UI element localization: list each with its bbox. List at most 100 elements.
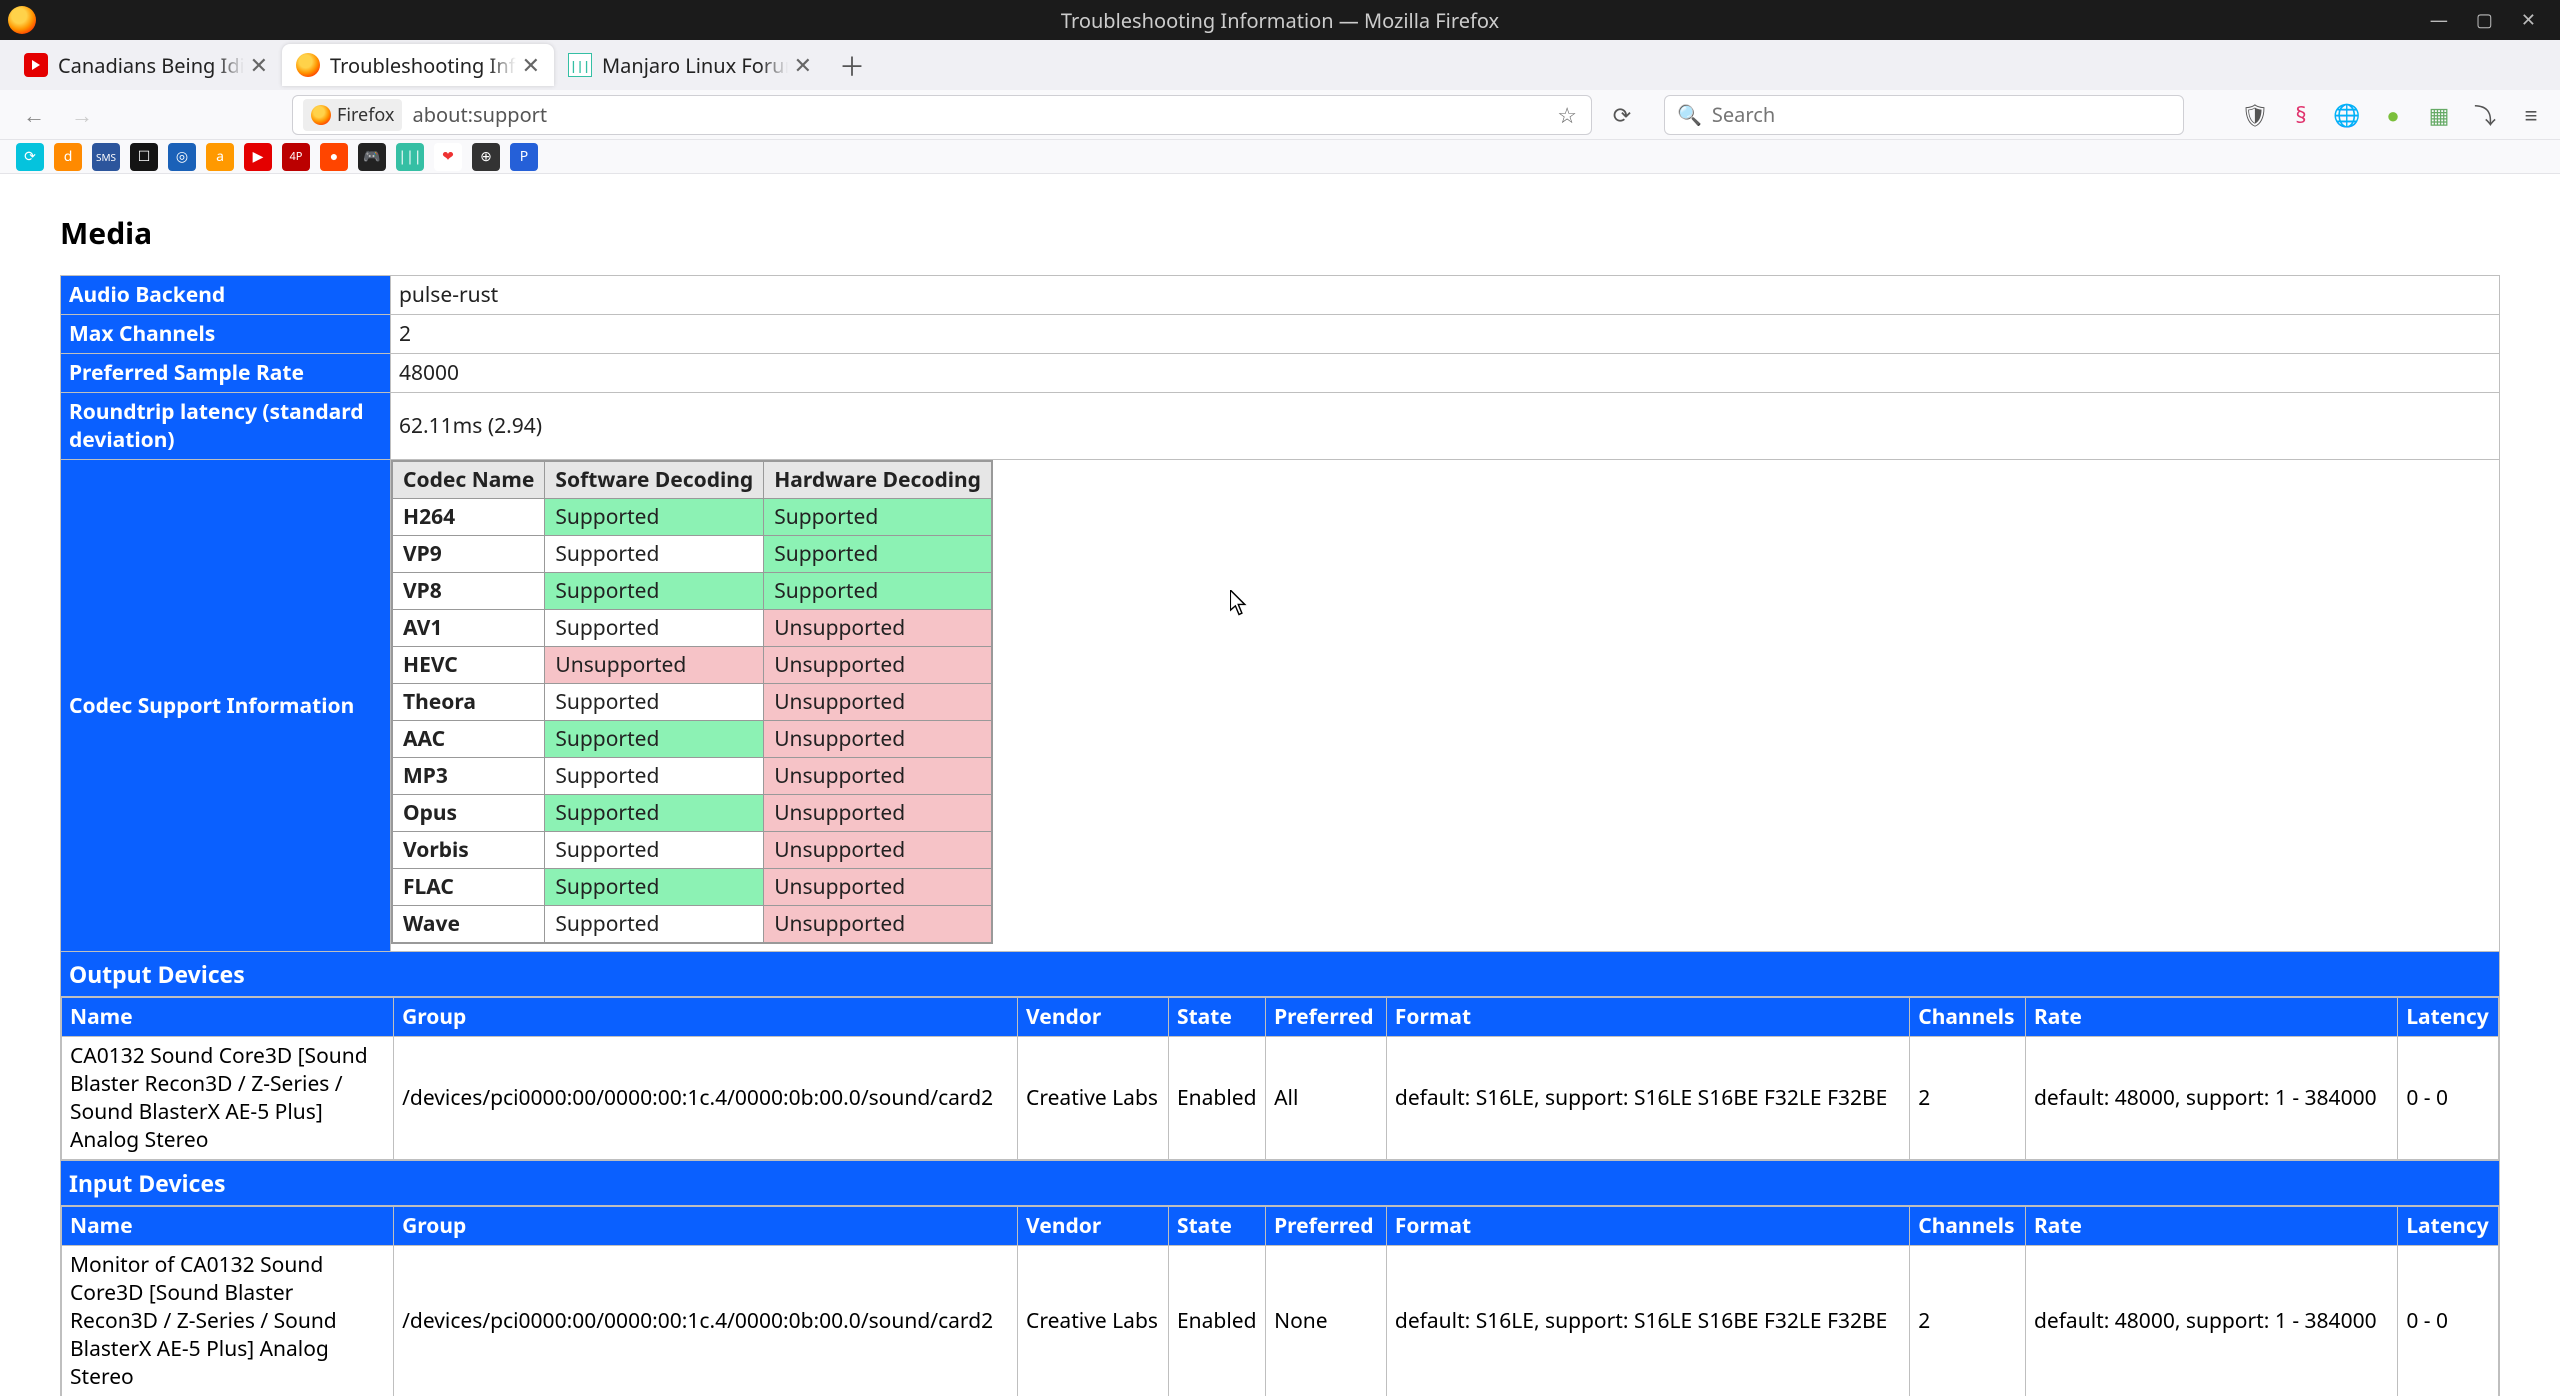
- col-header: Name: [62, 1207, 394, 1246]
- col-header: Vendor: [1018, 1207, 1169, 1246]
- device-format: default: S16LE, support: S16LE S16BE F32…: [1386, 1037, 1909, 1160]
- codec-row: HEVCUnsupportedUnsupported: [393, 647, 992, 684]
- codec-name: Theora: [393, 684, 545, 721]
- col-header: Preferred: [1266, 1207, 1387, 1246]
- codec-hw: Unsupported: [764, 758, 992, 795]
- youtube-icon: [24, 53, 48, 77]
- device-state: Enabled: [1169, 1037, 1266, 1160]
- codec-row: VP8SupportedSupported: [393, 573, 992, 610]
- codec-sw: Supported: [545, 536, 764, 573]
- bookmark-icon[interactable]: 🎮: [358, 143, 386, 171]
- col-header: Hardware Decoding: [764, 462, 992, 499]
- close-icon[interactable]: ✕: [2521, 8, 2536, 32]
- codec-row: FLACSupportedUnsupported: [393, 869, 992, 906]
- tab-label: Manjaro Linux Forum: [602, 52, 788, 79]
- bookmark-icon[interactable]: ⊕: [472, 143, 500, 171]
- device-name: Monitor of CA0132 Sound Core3D [Sound Bl…: [62, 1246, 394, 1396]
- bookmark-icon[interactable]: ●: [320, 143, 348, 171]
- row-label: Roundtrip latency (standard deviation): [61, 393, 391, 460]
- bookmark-icon[interactable]: P: [510, 143, 538, 171]
- bookmark-icon[interactable]: ☐: [130, 143, 158, 171]
- codec-hw: Unsupported: [764, 647, 992, 684]
- bookmark-icon[interactable]: 4P: [282, 143, 310, 171]
- ext-icon[interactable]: ●: [2380, 102, 2406, 128]
- codec-row: TheoraSupportedUnsupported: [393, 684, 992, 721]
- codec-name: Vorbis: [393, 832, 545, 869]
- manjaro-icon: |||: [568, 53, 592, 77]
- codec-sw: Unsupported: [545, 647, 764, 684]
- back-button[interactable]: ←: [16, 97, 52, 133]
- minimize-icon[interactable]: —: [2430, 8, 2448, 32]
- codec-table: Codec Name Software Decoding Hardware De…: [392, 461, 992, 943]
- firefox-icon: [311, 105, 331, 125]
- globe-icon[interactable]: 🌐: [2334, 102, 2360, 128]
- close-tab-icon[interactable]: ✕: [522, 50, 540, 80]
- firefox-icon: [296, 53, 320, 77]
- output-devices-heading: Output Devices: [61, 952, 2500, 997]
- col-header: Channels: [1910, 998, 2026, 1037]
- bookmark-icon[interactable]: d: [54, 143, 82, 171]
- bookmark-icon[interactable]: SMS: [92, 143, 120, 171]
- row-label: Max Channels: [61, 315, 391, 354]
- bookmark-icon[interactable]: ◎: [168, 143, 196, 171]
- media-heading: Media: [60, 212, 2500, 253]
- bookmark-icon[interactable]: ❤: [434, 143, 462, 171]
- codec-row: AV1SupportedUnsupported: [393, 610, 992, 647]
- library-icon[interactable]: ⤵: [2472, 102, 2498, 128]
- codec-row: AACSupportedUnsupported: [393, 721, 992, 758]
- row-value: 2: [391, 315, 2500, 354]
- reload-button[interactable]: ⟳: [1604, 97, 1640, 133]
- tab-label: Canadians Being Idiots | P: [58, 52, 244, 79]
- codec-sw: Supported: [545, 610, 764, 647]
- tab-youtube[interactable]: Canadians Being Idiots | P ✕: [10, 44, 282, 86]
- codec-name: H264: [393, 499, 545, 536]
- codec-row: MP3SupportedUnsupported: [393, 758, 992, 795]
- tab-strip: Canadians Being Idiots | P ✕ Troubleshoo…: [0, 40, 2560, 90]
- col-header: Rate: [2025, 1207, 2397, 1246]
- codec-sw: Supported: [545, 721, 764, 758]
- codec-row: H264SupportedSupported: [393, 499, 992, 536]
- col-header: Preferred: [1266, 998, 1387, 1037]
- search-bar[interactable]: 🔍: [1664, 95, 2184, 135]
- page-content[interactable]: Media Audio Backend pulse-rust Max Chann…: [0, 174, 2560, 1396]
- codec-name: FLAC: [393, 869, 545, 906]
- row-value: 62.11ms (2.94): [391, 393, 2500, 460]
- device-group: /devices/pci0000:00/0000:00:1c.4/0000:0b…: [394, 1246, 1018, 1396]
- device-latency: 0 - 0: [2398, 1246, 2499, 1396]
- close-tab-icon[interactable]: ✕: [250, 50, 268, 80]
- url-bar[interactable]: Firefox about:support ☆: [292, 95, 1592, 135]
- codec-hw: Unsupported: [764, 906, 992, 943]
- codec-hw: Unsupported: [764, 684, 992, 721]
- tab-about-support[interactable]: Troubleshooting Informati ✕: [282, 44, 554, 86]
- shield-icon[interactable]: 🛡: [2242, 102, 2268, 128]
- bookmark-star-icon[interactable]: ☆: [1557, 100, 1577, 130]
- identity-chip[interactable]: Firefox: [303, 99, 402, 131]
- window-title: Troubleshooting Information — Mozilla Fi…: [1061, 7, 1499, 34]
- bookmark-icon[interactable]: ▶: [244, 143, 272, 171]
- maximize-icon[interactable]: ▢: [2476, 8, 2493, 32]
- bookmark-icon[interactable]: a: [206, 143, 234, 171]
- device-preferred: All: [1266, 1037, 1387, 1160]
- bookmark-icon[interactable]: ⟳: [16, 143, 44, 171]
- ext-icon[interactable]: ▦: [2426, 102, 2452, 128]
- search-input[interactable]: [1712, 101, 2171, 128]
- forward-button[interactable]: →: [64, 97, 100, 133]
- device-preferred: None: [1266, 1246, 1387, 1396]
- col-header: State: [1169, 1207, 1266, 1246]
- ext-icon[interactable]: §: [2288, 102, 2314, 128]
- codec-hw: Supported: [764, 536, 992, 573]
- hamburger-icon[interactable]: ≡: [2518, 102, 2544, 128]
- new-tab-button[interactable]: ＋: [832, 45, 872, 85]
- codec-sw: Supported: [545, 869, 764, 906]
- bookmark-icon[interactable]: |||: [396, 143, 424, 171]
- codec-hw: Unsupported: [764, 832, 992, 869]
- url-text[interactable]: about:support: [412, 101, 1557, 128]
- tab-manjaro[interactable]: ||| Manjaro Linux Forum ✕: [554, 44, 826, 86]
- codec-row: OpusSupportedUnsupported: [393, 795, 992, 832]
- close-tab-icon[interactable]: ✕: [794, 50, 812, 80]
- col-header: Vendor: [1018, 998, 1169, 1037]
- codec-hw: Supported: [764, 499, 992, 536]
- row-label: Codec Support Information: [61, 460, 391, 952]
- codec-row: VorbisSupportedUnsupported: [393, 832, 992, 869]
- output-devices-table: NameGroupVendorStatePreferredFormatChann…: [61, 997, 2499, 1160]
